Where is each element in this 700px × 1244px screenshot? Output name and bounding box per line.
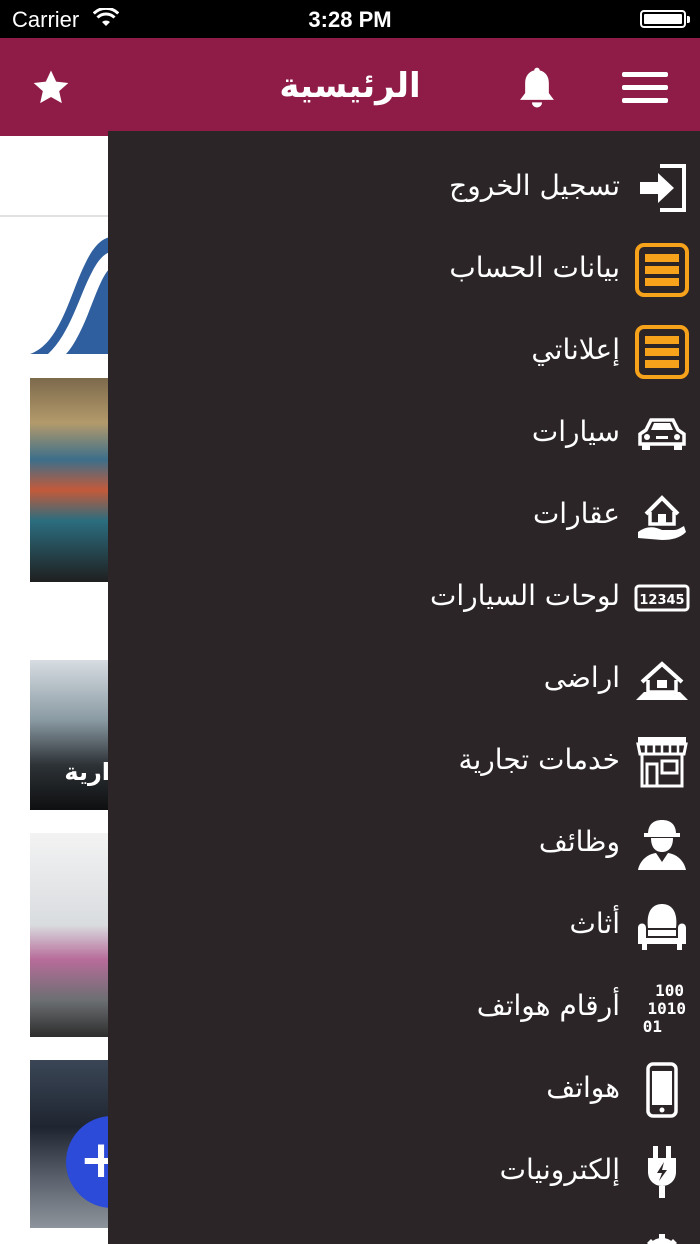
drawer-item-label: تسجيل الخروج <box>449 169 620 202</box>
drawer-item-license-plates[interactable]: 12345 لوحات السيارات <box>108 557 700 639</box>
brand-logo <box>30 234 110 356</box>
logout-icon <box>634 160 690 216</box>
store-icon <box>634 734 690 790</box>
mobile-phone-icon <box>634 1062 690 1118</box>
worker-icon <box>634 816 690 872</box>
listing-thumbnail[interactable]: ارية <box>30 660 110 810</box>
drawer-item-label: إلكترونيات <box>499 1153 620 1186</box>
drawer-item-label: لوحات السيارات <box>429 579 620 612</box>
real-estate-icon <box>634 488 690 544</box>
svg-text:01: 01 <box>643 1017 662 1036</box>
plug-icon <box>634 1144 690 1200</box>
drawer-item-label: وظائف <box>538 825 620 858</box>
hamburger-menu-icon[interactable] <box>622 72 668 106</box>
license-plate-icon: 12345 <box>634 570 690 626</box>
drawer-item-business-services[interactable]: خدمات تجارية <box>108 721 700 803</box>
content-divider <box>0 215 110 217</box>
settings-icon <box>634 1226 690 1244</box>
my-ads-icon <box>634 324 690 380</box>
land-icon <box>634 652 690 708</box>
battery-icon <box>640 10 690 28</box>
app-header: الرئيسية <box>0 38 700 136</box>
drawer-item-settings[interactable] <box>108 1213 700 1244</box>
drawer-item-label: خدمات تجارية <box>458 743 620 776</box>
account-data-icon <box>634 242 690 298</box>
drawer-item-label: بيانات الحساب <box>449 251 620 284</box>
drawer-item-furniture[interactable]: أثاث <box>108 885 700 967</box>
side-drawer: تسجيل الخروج بيانات الحساب إعلاناتي سيار… <box>108 131 700 1244</box>
clock: 3:28 PM <box>308 7 392 32</box>
drawer-item-real-estate[interactable]: عقارات <box>108 475 700 557</box>
listing-thumbnail[interactable] <box>30 378 110 582</box>
drawer-item-electronics[interactable]: إلكترونيات <box>108 1131 700 1213</box>
binary-numbers-icon: 100 1010 01 <box>634 980 690 1036</box>
drawer-item-phones[interactable]: هواتف <box>108 1049 700 1131</box>
drawer-item-logout[interactable]: تسجيل الخروج <box>108 147 700 229</box>
drawer-item-label: أرقام هواتف <box>476 989 620 1022</box>
drawer-item-label: إعلاناتي <box>531 333 620 366</box>
car-icon <box>634 406 690 462</box>
drawer-item-cars[interactable]: سيارات <box>108 393 700 475</box>
drawer-item-jobs[interactable]: وظائف <box>108 803 700 885</box>
notifications-bell-icon[interactable] <box>516 66 558 110</box>
thumbnail-caption: ارية <box>64 758 110 786</box>
armchair-icon <box>634 898 690 954</box>
drawer-item-label: هواتف <box>546 1071 620 1104</box>
drawer-item-label: أثاث <box>569 907 620 940</box>
svg-text:1010: 1010 <box>647 999 686 1018</box>
drawer-item-account-data[interactable]: بيانات الحساب <box>108 229 700 311</box>
svg-text:12345: 12345 <box>639 593 684 608</box>
drawer-item-lands[interactable]: اراضى <box>108 639 700 721</box>
drawer-item-my-ads[interactable]: إعلاناتي <box>108 311 700 393</box>
drawer-item-phone-numbers[interactable]: 100 1010 01 أرقام هواتف <box>108 967 700 1049</box>
svg-text:100: 100 <box>655 981 684 1000</box>
page-title: الرئيسية <box>279 66 421 106</box>
drawer-item-label: سيارات <box>531 415 620 448</box>
drawer-item-label: اراضى <box>543 661 620 694</box>
drawer-item-label: عقارات <box>532 497 620 530</box>
listing-thumbnail[interactable] <box>30 833 110 1037</box>
status-bar: Carrier 3:28 PM <box>0 0 700 38</box>
